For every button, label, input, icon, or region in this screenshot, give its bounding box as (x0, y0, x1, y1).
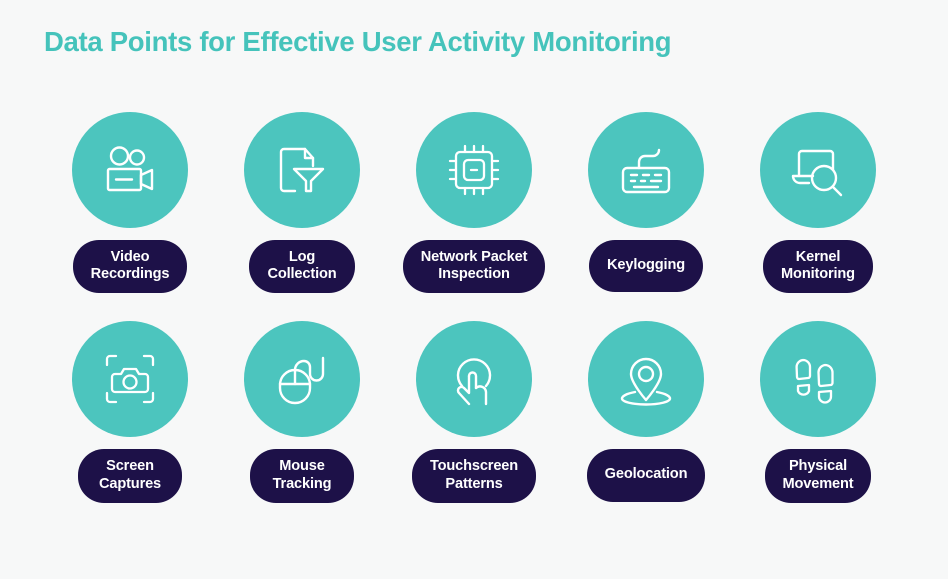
icon-circle (244, 321, 360, 438)
icon-circle (72, 321, 188, 438)
label-line-2: Collection (267, 266, 337, 283)
data-point-label: Geolocation (586, 449, 706, 502)
footprints-icon (787, 348, 849, 410)
data-point-label: Mouse Tracking (250, 449, 354, 503)
data-point-label: Kernel Monitoring (763, 240, 873, 294)
data-point-geolocation[interactable]: Geolocation (560, 321, 732, 502)
data-point-label: Physical Movement (764, 449, 872, 503)
label-line-1: Touchscreen (429, 458, 519, 475)
label-line-1: Video (110, 249, 150, 265)
label-line-1: Screen (106, 458, 154, 475)
label-line-2: Captures (98, 475, 162, 492)
video-camera-icon (99, 139, 161, 201)
label-line-1: Keylogging (607, 257, 685, 273)
label-line-2: Patterns (445, 475, 503, 492)
data-point-physical-movement[interactable]: Physical Movement (732, 321, 904, 503)
infographic-canvas: Data Points for Effective User Activity … (0, 0, 948, 579)
data-point-label: Video Recordings (72, 240, 188, 294)
label-line-1: Kernel (795, 249, 841, 265)
document-funnel-icon (271, 139, 333, 201)
laptop-search-icon (787, 139, 849, 201)
data-point-screen-captures[interactable]: Screen Captures (44, 321, 216, 503)
data-point-touchscreen-patterns[interactable]: Touchscreen Patterns (388, 321, 560, 503)
label-line-2: Recordings (90, 266, 170, 283)
page-title: Data Points for Effective User Activity … (44, 26, 672, 57)
keyboard-icon (615, 139, 677, 201)
label-line-2: Monitoring (781, 266, 855, 283)
data-point-label: Log Collection (249, 240, 355, 294)
label-line-1: Mouse (279, 458, 325, 475)
icon-circle (588, 321, 704, 438)
data-points-grid: Video Recordings Log Collection Network … (44, 112, 904, 503)
label-line-1: Network Packet (420, 249, 528, 265)
data-point-label: Touchscreen Patterns (411, 449, 537, 503)
data-point-video-recordings[interactable]: Video Recordings (44, 112, 216, 294)
label-line-1: Physical (788, 458, 847, 475)
label-line-2: Movement (782, 475, 854, 492)
data-point-mouse-tracking[interactable]: Mouse Tracking (216, 321, 388, 503)
icon-circle (416, 112, 532, 228)
tap-gesture-icon (443, 348, 505, 410)
data-point-kernel-monitoring[interactable]: Kernel Monitoring (732, 112, 904, 294)
data-point-label: Screen Captures (78, 449, 182, 503)
grid-row-2: Screen Captures Mouse Tracking Touchscre… (44, 321, 904, 503)
data-point-keylogging[interactable]: Keylogging (560, 112, 732, 293)
camera-frame-icon (99, 348, 161, 410)
computer-mouse-icon (271, 348, 333, 410)
icon-circle (72, 112, 188, 228)
data-point-network-packet-inspection[interactable]: Network Packet Inspection (388, 112, 560, 294)
label-line-1: Log (288, 249, 316, 265)
icon-circle (760, 321, 876, 438)
icon-circle (588, 112, 704, 228)
label-line-2: Inspection (438, 266, 510, 283)
label-line-2: Tracking (272, 475, 332, 492)
data-point-label: Network Packet Inspection (402, 240, 546, 294)
label-line-1: Geolocation (604, 466, 688, 483)
cpu-chip-icon (443, 139, 505, 201)
data-point-label: Keylogging (589, 240, 703, 293)
icon-circle (244, 112, 360, 228)
map-pin-icon (615, 348, 677, 410)
data-point-log-collection[interactable]: Log Collection (216, 112, 388, 294)
grid-row-1: Video Recordings Log Collection Network … (44, 112, 904, 294)
icon-circle (416, 321, 532, 438)
icon-circle (760, 112, 876, 228)
